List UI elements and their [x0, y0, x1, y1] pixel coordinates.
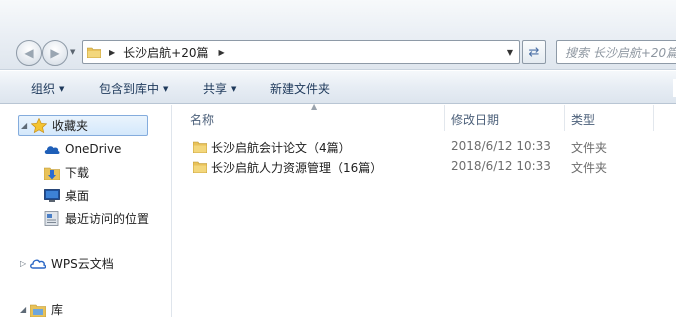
- collapse-arrow-icon[interactable]: ▷: [20, 259, 30, 268]
- address-toolbar: ◀ ▶ ▼ ▶ 长沙启航+20篇 ▶ ▼ ⇄ 搜索 长沙启航+20篇: [0, 0, 676, 70]
- sidebar-item-label: WPS云文档: [51, 256, 114, 271]
- downloads-icon: [44, 165, 60, 180]
- column-header-name[interactable]: 名称: [190, 111, 214, 128]
- file-type: 文件夹: [571, 141, 608, 155]
- breadcrumb-separator-icon[interactable]: ▶: [218, 48, 224, 57]
- chevron-down-icon: ▼: [59, 85, 65, 93]
- folder-icon: [193, 141, 207, 153]
- share-label: 共享: [203, 82, 228, 96]
- sidebar-item-label: 桌面: [65, 188, 90, 203]
- file-date: 2018/6/12 10:33: [451, 139, 551, 153]
- onedrive-icon: [44, 142, 60, 156]
- column-divider[interactable]: [653, 105, 654, 131]
- breadcrumb-current-folder[interactable]: 长沙启航+20篇: [123, 44, 208, 61]
- sidebar-item-library[interactable]: ◢ 库: [20, 300, 63, 317]
- file-name: 长沙启航会计论文（4篇）: [211, 141, 351, 155]
- file-name: 长沙启航人力资源管理（16篇）: [211, 161, 383, 175]
- back-arrow-icon: ◀: [24, 46, 34, 60]
- sidebar-item-wps-cloud[interactable]: ▷ WPS云文档: [20, 254, 114, 272]
- table-row[interactable]: 长沙启航会计论文（4篇） 2018/6/12 10:33 文件夹: [173, 137, 676, 157]
- refresh-icon: ⇄: [528, 44, 540, 60]
- address-dropdown-icon[interactable]: ▼: [507, 48, 513, 57]
- library-icon: [30, 302, 46, 317]
- folder-icon: [193, 161, 207, 173]
- sidebar-item-label: 最近访问的位置: [65, 211, 150, 226]
- table-row[interactable]: 长沙启航人力资源管理（16篇） 2018/6/12 10:33 文件夹: [173, 157, 676, 177]
- share-button[interactable]: 共享 ▼: [203, 80, 236, 97]
- column-divider[interactable]: [444, 105, 445, 131]
- column-divider[interactable]: [564, 105, 565, 131]
- recent-pages-dropdown[interactable]: ▼: [70, 48, 75, 56]
- sidebar-item-downloads[interactable]: 下载: [44, 163, 89, 181]
- recent-places-icon: [44, 210, 60, 226]
- expand-arrow-icon[interactable]: ◢: [21, 121, 31, 130]
- wps-cloud-icon: [30, 256, 46, 270]
- file-type: 文件夹: [571, 161, 608, 175]
- sidebar-item-label: 库: [51, 302, 64, 317]
- forward-arrow-icon: ▶: [50, 46, 60, 60]
- back-button[interactable]: ◀: [16, 40, 42, 66]
- sidebar-item-favorites[interactable]: ◢ 收藏夹: [18, 115, 148, 136]
- new-folder-button[interactable]: 新建文件夹: [270, 80, 330, 97]
- organize-label: 组织: [31, 82, 56, 96]
- sidebar-item-recent-places[interactable]: 最近访问的位置: [44, 209, 149, 227]
- file-list: ▲ 名称 修改日期 类型 长沙启航会计论文（4篇） 2018/6/12 10:3…: [173, 102, 676, 317]
- search-input[interactable]: 搜索 长沙启航+20篇: [556, 40, 676, 64]
- navigation-pane: ◢ 收藏夹 OneDrive 下载 桌面 最近访问的位置 ▷ WPS云文档 ◢ …: [0, 105, 172, 317]
- organize-menu-button[interactable]: 组织 ▼: [31, 80, 64, 97]
- chevron-down-icon: ▼: [163, 85, 169, 93]
- chevron-down-icon: ▼: [231, 85, 237, 93]
- include-in-library-label: 包含到库中: [99, 82, 160, 96]
- breadcrumb-separator-icon[interactable]: ▶: [109, 48, 115, 57]
- search-placeholder: 搜索 长沙启航+20篇: [565, 45, 676, 60]
- sidebar-item-desktop[interactable]: 桌面: [44, 186, 89, 204]
- column-header-type[interactable]: 类型: [571, 111, 595, 128]
- sidebar-item-label: 收藏夹: [52, 119, 89, 133]
- desktop-icon: [44, 188, 60, 202]
- include-in-library-button[interactable]: 包含到库中 ▼: [99, 80, 168, 97]
- sidebar-item-onedrive[interactable]: OneDrive: [44, 140, 121, 158]
- refresh-button[interactable]: ⇄: [522, 40, 546, 64]
- sidebar-item-label: 下载: [65, 165, 90, 180]
- folder-icon: [87, 47, 101, 58]
- column-header-date[interactable]: 修改日期: [451, 111, 499, 128]
- sidebar-item-label: OneDrive: [65, 142, 122, 156]
- address-bar[interactable]: ▶ 长沙启航+20篇 ▶ ▼: [82, 40, 520, 64]
- sort-ascending-icon: ▲: [311, 102, 318, 111]
- command-bar: 组织 ▼ 包含到库中 ▼ 共享 ▼ 新建文件夹: [0, 71, 676, 104]
- expand-arrow-icon[interactable]: ◢: [20, 305, 30, 314]
- forward-button[interactable]: ▶: [42, 40, 68, 66]
- star-icon: [31, 118, 47, 133]
- file-date: 2018/6/12 10:33: [451, 159, 551, 173]
